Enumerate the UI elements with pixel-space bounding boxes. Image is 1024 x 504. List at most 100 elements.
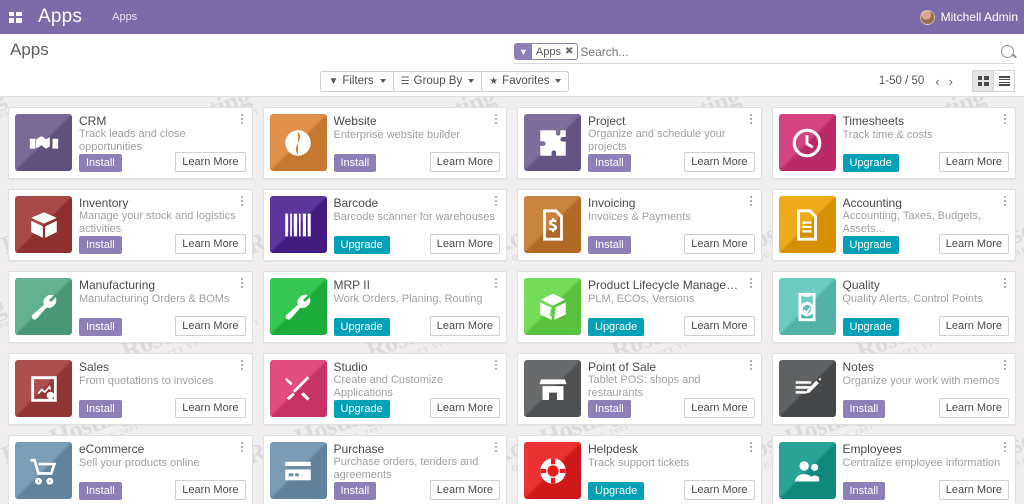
upgrade-button[interactable]: Upgrade (588, 482, 645, 500)
learn-more-button[interactable]: Learn More (429, 316, 500, 336)
app-name: Point of Sale (588, 360, 657, 374)
app-name: Manufacturing (79, 278, 156, 292)
app-card[interactable]: Project Organize and schedule your projec… (517, 107, 762, 179)
kebab-menu-icon[interactable] (1000, 194, 1010, 208)
kebab-menu-icon[interactable] (491, 276, 501, 290)
learn-more-button[interactable]: Learn More (938, 398, 1009, 418)
kebab-menu-icon[interactable] (237, 358, 247, 372)
learn-more-button[interactable]: Learn More (938, 234, 1009, 254)
learn-more-button[interactable]: Learn More (429, 398, 500, 418)
search-facet-apps[interactable]: ▼ Apps ✖ (514, 43, 579, 60)
install-button[interactable]: Install (79, 482, 122, 500)
kebab-menu-icon[interactable] (1000, 440, 1010, 454)
app-card[interactable]: Studio Create and Customize Applications U… (262, 353, 507, 425)
kebab-menu-icon[interactable] (1000, 112, 1010, 126)
kebab-menu-icon[interactable] (237, 194, 247, 208)
learn-more-button[interactable]: Learn More (684, 234, 755, 254)
app-card[interactable]: Product Lifecycle Management (PL…PLM, EC… (517, 271, 762, 343)
kebab-menu-icon[interactable] (237, 276, 247, 290)
install-button[interactable]: Install (333, 154, 377, 172)
learn-more-button[interactable]: Learn More (684, 152, 755, 172)
app-card[interactable]: Helpdesk Track support tickets Upgrade Lear… (517, 435, 762, 504)
kebab-menu-icon[interactable] (491, 194, 501, 208)
app-card[interactable]: Point of Sale Tablet POS: shops and resta… (517, 353, 762, 425)
search-icon[interactable] (1001, 45, 1014, 58)
kebab-menu-icon[interactable] (237, 112, 247, 126)
nav-app-title[interactable]: Apps (30, 6, 88, 28)
chevron-left-icon[interactable]: ‹ (931, 75, 943, 88)
learn-more-button[interactable]: Learn More (429, 480, 500, 500)
learn-more-button[interactable]: Learn More (684, 316, 755, 336)
grid-apps-icon[interactable] (0, 0, 30, 34)
app-card[interactable]: CRM Track leads and close opportunities In… (8, 107, 253, 179)
kebab-menu-icon[interactable] (491, 440, 501, 454)
learn-more-button[interactable]: Learn More (175, 152, 246, 172)
learn-more-button[interactable]: Learn More (175, 398, 246, 418)
kebab-menu-icon[interactable] (1000, 358, 1010, 372)
install-button[interactable]: Install (842, 482, 886, 500)
search-view[interactable]: ▼ Apps ✖ (514, 39, 1014, 64)
search-input[interactable] (580, 44, 997, 59)
install-button[interactable]: Install (79, 154, 122, 172)
kebab-menu-icon[interactable] (491, 358, 501, 372)
kebab-menu-icon[interactable] (746, 358, 756, 372)
install-button[interactable]: Install (79, 400, 122, 418)
app-card[interactable]: eCommerce Sell your products online Instal… (8, 435, 253, 504)
app-card[interactable]: Quality Quality Alerts, Control Points Upg… (771, 271, 1016, 343)
app-card[interactable]: Sales From quotations to invoices Install L… (8, 353, 253, 425)
learn-more-button[interactable]: Learn More (175, 316, 246, 336)
kanban-view-button[interactable] (972, 70, 994, 92)
kebab-menu-icon[interactable] (491, 112, 501, 126)
close-icon[interactable]: ✖ (564, 46, 577, 57)
install-button[interactable]: Install (588, 236, 631, 254)
app-card[interactable]: MRP II Work Orders, Planing, Routing Upgra… (262, 271, 507, 343)
install-button[interactable]: Install (588, 400, 631, 418)
upgrade-button[interactable]: Upgrade (842, 236, 899, 254)
install-button[interactable]: Install (79, 236, 122, 254)
install-button[interactable]: Install (588, 154, 631, 172)
upgrade-button[interactable]: Upgrade (333, 400, 390, 418)
upgrade-button[interactable]: Upgrade (333, 318, 390, 336)
app-card[interactable]: Notes Organize your work with memos Instal… (771, 353, 1016, 425)
kebab-menu-icon[interactable] (746, 194, 756, 208)
app-card[interactable]: Inventory Manage your stock and logistics… (8, 189, 253, 261)
learn-more-button[interactable]: Learn More (938, 480, 1009, 500)
app-card[interactable]: Invoicing Invoices & Payments Install Learn… (517, 189, 762, 261)
app-card[interactable]: Purchase Purchase orders, tenders and agr… (262, 435, 507, 504)
upgrade-button[interactable]: Upgrade (588, 318, 645, 336)
learn-more-button[interactable]: Learn More (684, 480, 755, 500)
kebab-menu-icon[interactable] (746, 276, 756, 290)
breadcrumb[interactable]: Apps (112, 11, 137, 23)
favorites-button[interactable]: ★ Favorites (481, 70, 570, 92)
kebab-menu-icon[interactable] (237, 440, 247, 454)
user-menu[interactable]: Mitchell Admin (919, 9, 1024, 25)
learn-more-button[interactable]: Learn More (938, 152, 1009, 172)
learn-more-button[interactable]: Learn More (938, 316, 1009, 336)
pager-value[interactable]: 1-50 / 50 (879, 75, 924, 87)
app-card[interactable]: Website Enterprise website builder Install… (262, 107, 507, 179)
upgrade-button[interactable]: Upgrade (333, 236, 390, 254)
kebab-menu-icon[interactable] (1000, 276, 1010, 290)
learn-more-button[interactable]: Learn More (429, 234, 500, 254)
app-card[interactable]: Employees Centralize employee information… (771, 435, 1016, 504)
chevron-right-icon[interactable]: › (945, 75, 957, 88)
install-button[interactable]: Install (842, 400, 886, 418)
list-view-button[interactable] (993, 70, 1015, 92)
kebab-menu-icon[interactable] (746, 112, 756, 126)
kebab-menu-icon[interactable] (746, 440, 756, 454)
app-card[interactable]: Barcode Barcode scanner for warehouses Upg… (262, 189, 507, 261)
app-name: Quality (842, 278, 880, 292)
upgrade-button[interactable]: Upgrade (842, 154, 899, 172)
learn-more-button[interactable]: Learn More (429, 152, 500, 172)
app-card[interactable]: Accounting Accounting, Taxes, Budgets, As… (771, 189, 1016, 261)
install-button[interactable]: Install (333, 482, 377, 500)
learn-more-button[interactable]: Learn More (684, 398, 755, 418)
install-button[interactable]: Install (79, 318, 122, 336)
learn-more-button[interactable]: Learn More (175, 234, 246, 254)
filters-button[interactable]: ▼ Filters (320, 70, 394, 92)
app-card[interactable]: Timesheets Track time & costs Upgrade Learn… (771, 107, 1016, 179)
upgrade-button[interactable]: Upgrade (842, 318, 899, 336)
app-card[interactable]: Manufacturing Manufacturing Orders & BOMs… (8, 271, 253, 343)
learn-more-button[interactable]: Learn More (175, 480, 246, 500)
group-by-button[interactable]: ☰ Group By (392, 70, 483, 92)
